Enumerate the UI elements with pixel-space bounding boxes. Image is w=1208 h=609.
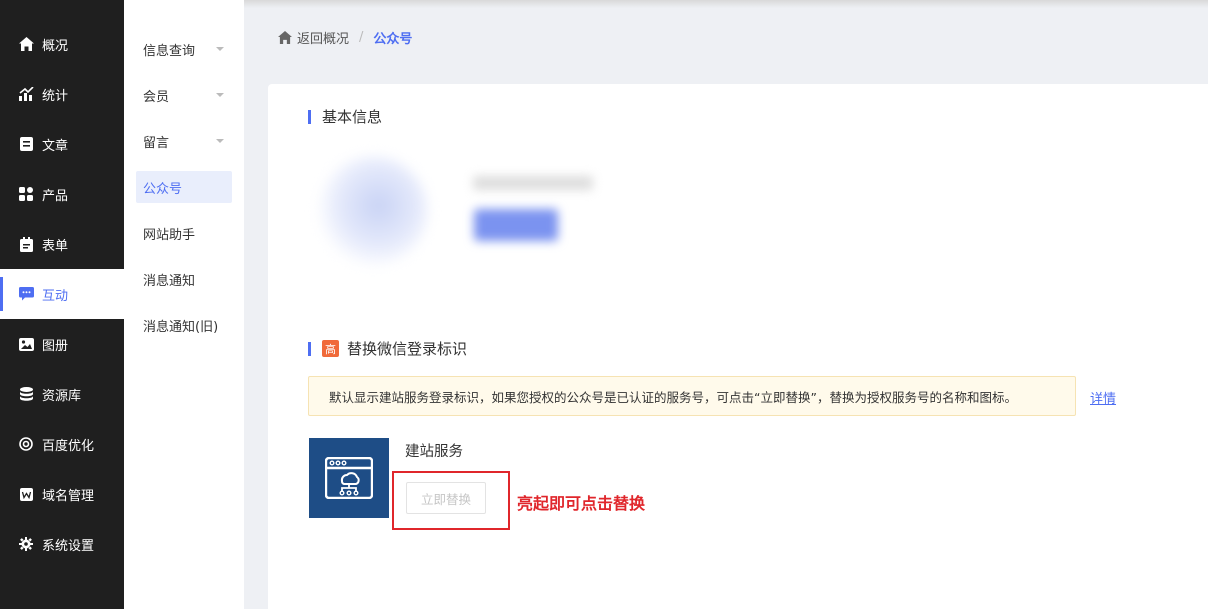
top-shadow	[244, 0, 1208, 8]
sidebar-item-label: 表单	[42, 238, 69, 254]
product-icon	[18, 186, 34, 202]
subnav-item-info-query[interactable]: 信息查询	[136, 33, 232, 65]
caret-down-icon	[216, 139, 224, 143]
sidebar-item-stats[interactable]: 统计	[0, 69, 124, 119]
seo-icon	[18, 436, 34, 452]
sidebar-item-seo[interactable]: 百度优化	[0, 419, 124, 469]
subnav-item-label: 公众号	[143, 181, 183, 197]
account-avatar-blurred	[318, 156, 428, 266]
sidebar-item-label: 域名管理	[42, 488, 95, 504]
sub-navigation: 信息查询 会员 留言 公众号 网站助手 消息通知 消息通知(旧)	[124, 0, 244, 609]
annotation-text: 亮起即可点击替换	[517, 494, 646, 513]
form-icon	[18, 236, 34, 252]
subnav-item-official-account[interactable]: 公众号	[136, 171, 232, 203]
breadcrumb: 返回概况 / 公众号	[278, 28, 412, 47]
sidebar-item-label: 产品	[42, 188, 69, 204]
article-icon	[18, 136, 34, 152]
replace-section-heading: 高 替换微信登录标识	[308, 338, 467, 359]
breadcrumb-back-link[interactable]: 返回概况	[297, 28, 349, 47]
sidebar-item-form[interactable]: 表单	[0, 219, 124, 269]
subnav-item-label: 网站助手	[143, 227, 196, 243]
subnav-item-label: 消息通知	[143, 273, 196, 289]
subnav-item-label: 消息通知(旧)	[143, 319, 219, 335]
notice-text: 默认显示建站服务登录标识，如果您授权的公众号是已认证的服务号，可点击“立即替换”…	[329, 389, 1017, 405]
gear-icon	[18, 536, 34, 552]
sidebar-item-settings[interactable]: 系统设置	[0, 519, 124, 569]
sidebar-item-domain[interactable]: 域名管理	[0, 469, 124, 519]
sidebar-item-resources[interactable]: 资源库	[0, 369, 124, 419]
subnav-item-notifications-old[interactable]: 消息通知(旧)	[136, 309, 232, 341]
high-level-badge: 高	[322, 340, 339, 357]
sidebar-item-label: 图册	[42, 338, 69, 354]
account-name-blurred	[473, 176, 593, 190]
sidebar-item-label: 文章	[42, 138, 69, 154]
breadcrumb-current: 公众号	[373, 32, 413, 47]
database-icon	[18, 386, 34, 402]
site-service-icon	[325, 457, 373, 499]
sidebar-item-label: 互动	[42, 288, 69, 304]
home-icon[interactable]	[278, 31, 292, 44]
stats-icon	[18, 86, 34, 102]
basic-info-heading: 基本信息	[308, 106, 382, 127]
breadcrumb-separator: /	[359, 30, 364, 45]
sidebar-item-interaction[interactable]: 互动	[0, 269, 124, 319]
account-button-blurred[interactable]	[474, 209, 558, 241]
chat-icon	[18, 286, 34, 302]
detail-link[interactable]: 详情	[1090, 388, 1116, 407]
subnav-item-label: 会员	[143, 89, 170, 105]
sidebar-item-label: 概况	[42, 38, 69, 54]
subnav-item-members[interactable]: 会员	[136, 79, 232, 111]
sidebar-item-overview[interactable]: 概况	[0, 19, 124, 69]
sidebar-item-label: 系统设置	[42, 538, 95, 554]
sidebar-item-album[interactable]: 图册	[0, 319, 124, 369]
main-panel: 基本信息 高 替换微信登录标识 默认显示建站服务登录标识，如果您授权的公众号是已…	[268, 84, 1208, 609]
sidebar-item-label: 统计	[42, 88, 69, 104]
subnav-item-label: 信息查询	[143, 43, 196, 59]
service-name: 建站服务	[405, 444, 463, 460]
subnav-item-messages[interactable]: 留言	[136, 125, 232, 157]
home-icon	[18, 36, 34, 52]
subnav-item-site-assistant[interactable]: 网站助手	[136, 217, 232, 249]
main-sidebar: 概况 统计 文章 产品 表单 互动 图册 资源库 百度优化 域名管理 系统设置	[0, 0, 124, 609]
annotation-frame	[392, 471, 510, 530]
service-logo	[309, 438, 389, 518]
domain-icon	[18, 486, 34, 502]
caret-down-icon	[216, 93, 224, 97]
sidebar-item-label: 资源库	[42, 388, 82, 404]
sidebar-item-product[interactable]: 产品	[0, 169, 124, 219]
basic-info-title: 基本信息	[322, 108, 383, 126]
subnav-item-label: 留言	[143, 135, 170, 151]
sidebar-item-article[interactable]: 文章	[0, 119, 124, 169]
caret-down-icon	[216, 47, 224, 51]
section-bar	[308, 341, 311, 356]
subnav-item-notifications[interactable]: 消息通知	[136, 263, 232, 295]
section-bar	[308, 109, 311, 124]
album-icon	[18, 336, 34, 352]
replace-section-title: 替换微信登录标识	[347, 340, 468, 358]
sidebar-item-label: 百度优化	[42, 438, 95, 454]
notice-banner: 默认显示建站服务登录标识，如果您授权的公众号是已认证的服务号，可点击“立即替换”…	[308, 376, 1076, 416]
